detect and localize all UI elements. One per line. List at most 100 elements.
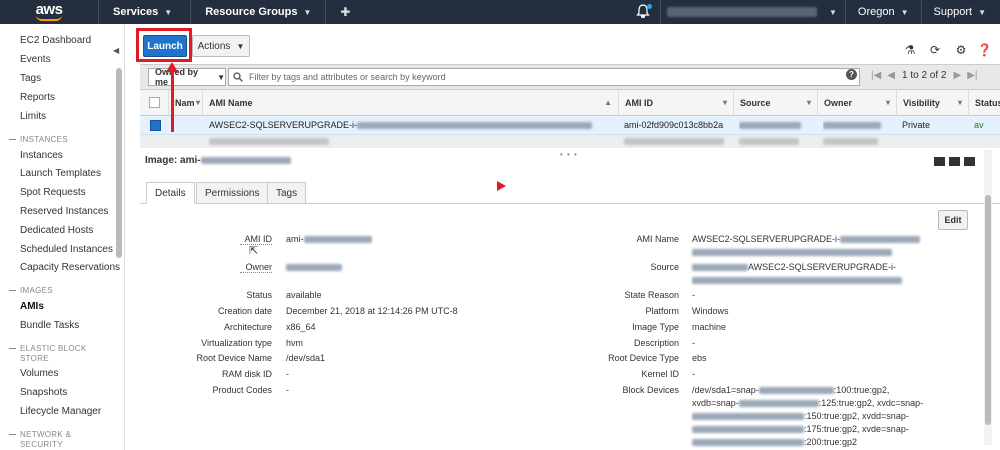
sidebar-item-snapshots[interactable]: Snapshots — [20, 387, 67, 398]
sidebar-item-reports[interactable]: Reports — [20, 92, 55, 103]
column-visibility[interactable]: Visibility ▾ — [896, 90, 968, 116]
sidebar-item-limits[interactable]: Limits — [20, 111, 46, 122]
sidebar-item-amis[interactable]: AMIs — [20, 301, 44, 312]
account-menu[interactable]: ▼ — [661, 7, 845, 17]
sidebar-section-images[interactable]: IMAGES — [9, 286, 53, 295]
pin-icon[interactable]: ✚ — [340, 5, 350, 19]
cell-status: av — [974, 120, 984, 130]
account-name-redacted — [667, 7, 817, 17]
detail-tabs: Details Permissions Tags — [140, 180, 1000, 204]
gear-icon[interactable]: ⚙ — [954, 43, 968, 57]
source-text: AWSEC2-SQLSERVERUPGRADE-i- — [748, 262, 897, 272]
sidebar-item-launch-templates[interactable]: Launch Templates — [20, 168, 101, 179]
detail-value-block-devices: :200:true:gp2 — [692, 437, 857, 447]
region-label: Oregon — [857, 6, 895, 18]
redacted-text — [692, 249, 892, 257]
support-label: Support — [933, 6, 973, 18]
mouse-cursor-icon: ⇱ — [249, 245, 259, 257]
detail-value-image-type: machine — [692, 322, 727, 332]
sidebar-item-scheduled-instances[interactable]: Scheduled Instances — [20, 244, 113, 255]
sidebar-section-network[interactable]: NETWORK & SECURITY — [9, 430, 71, 450]
tab-tags[interactable]: Tags — [267, 182, 307, 204]
detail-value-state-reason: - — [692, 290, 695, 300]
sidebar-item-events[interactable]: Events — [20, 54, 51, 65]
column-status[interactable]: Status — [968, 90, 1000, 116]
detail-label: Owner — [240, 262, 272, 273]
detail-value-block-devices: :175:true:gp2, xvde=snap- — [692, 424, 909, 434]
services-menu[interactable]: Services ▼ — [113, 6, 172, 18]
flask-icon[interactable]: ⚗ — [903, 43, 917, 57]
region-menu[interactable]: Oregon ▼ — [858, 6, 909, 18]
block-device-text: :125:true:gp2, xvdc=snap- — [818, 398, 924, 408]
column-label: Source — [740, 98, 771, 108]
column-ami-id[interactable]: AMI ID ▾ — [618, 90, 733, 116]
collapse-icon — [9, 348, 16, 349]
filter-bar: Owned by me ▼ Filter by tags and attribu… — [140, 64, 1000, 90]
sidebar-item-reserved-instances[interactable]: Reserved Instances — [20, 206, 108, 217]
section-label: NETWORK & SECURITY — [20, 430, 71, 450]
sidebar-item-capacity-reservations[interactable]: Capacity Reservations — [20, 262, 120, 273]
first-page-icon[interactable]: |◀ — [871, 70, 881, 81]
section-label: IMAGES — [20, 286, 53, 295]
detail-value-kernel-id: - — [692, 369, 695, 379]
sidebar-section-ebs[interactable]: ELASTIC BLOCK STORE — [9, 344, 87, 364]
redacted-text — [692, 277, 902, 285]
sort-icon: ▾ — [195, 98, 200, 107]
detail-scrollbar-thumb[interactable] — [985, 195, 991, 425]
table-row[interactable] — [140, 135, 1000, 148]
table-row[interactable]: AWSEC2-SQLSERVERUPGRADE-i- ami-02fd909c0… — [140, 116, 1000, 135]
column-owner[interactable]: Owner ▾ — [817, 90, 896, 116]
chevron-down-icon: ▼ — [164, 7, 173, 17]
bell-icon[interactable] — [636, 4, 652, 20]
detail-title-text: Image: ami- — [145, 155, 201, 166]
detail-value-block-devices: :150:true:gp2, xvdd=snap- — [692, 411, 909, 421]
support-menu[interactable]: Support ▼ — [934, 6, 986, 18]
actions-button[interactable]: Actions ▼ — [192, 35, 250, 57]
sidebar-scrollbar[interactable] — [116, 68, 122, 258]
collapse-sidebar-icon[interactable]: ◀ — [113, 46, 119, 55]
detail-value-ami-name: AWSEC2-SQLSERVERUPGRADE-i- — [692, 234, 921, 244]
sidebar-item-instances[interactable]: Instances — [20, 150, 63, 161]
owned-by-dropdown[interactable]: Owned by me ▼ — [148, 67, 226, 87]
collapse-icon — [9, 434, 16, 435]
layout-split-icon[interactable] — [949, 157, 960, 166]
help-icon[interactable]: ❓ — [977, 43, 992, 57]
sidebar-item-lifecycle-manager[interactable]: Lifecycle Manager — [20, 406, 101, 417]
detail-label: Architecture — [223, 322, 272, 332]
column-ami-name[interactable]: AMI Name ▲ — [202, 90, 618, 116]
sidebar-item-ec2-dashboard[interactable]: EC2 Dashboard — [20, 35, 91, 46]
redacted-text — [739, 122, 801, 130]
sidebar-item-bundle-tasks[interactable]: Bundle Tasks — [20, 320, 79, 331]
column-source[interactable]: Source ▾ — [733, 90, 817, 116]
resource-groups-menu[interactable]: Resource Groups ▼ — [205, 6, 311, 18]
detail-value-architecture: x86_64 — [286, 322, 316, 332]
chevron-down-icon: ▼ — [829, 7, 837, 17]
sidebar-item-tags[interactable]: Tags — [20, 73, 41, 84]
tab-details[interactable]: Details — [146, 182, 195, 204]
layout-bottom-icon[interactable] — [934, 157, 945, 166]
detail-label: RAM disk ID — [221, 369, 272, 379]
sidebar-item-volumes[interactable]: Volumes — [20, 368, 58, 379]
detail-value-description: - — [692, 338, 695, 348]
refresh-icon[interactable]: ⟳ — [928, 43, 942, 57]
last-page-icon[interactable]: ▶| — [967, 70, 977, 81]
column-label: AMI ID — [625, 98, 653, 108]
resize-handle[interactable]: • • • — [560, 150, 578, 159]
sidebar-item-dedicated-hosts[interactable]: Dedicated Hosts — [20, 225, 93, 236]
layout-full-icon[interactable] — [964, 157, 975, 166]
divider — [98, 0, 99, 24]
next-page-icon[interactable]: ▶ — [953, 70, 961, 81]
select-all-checkbox[interactable] — [149, 97, 160, 108]
sidebar-section-instances[interactable]: INSTANCES — [9, 135, 68, 144]
row-checkbox[interactable] — [150, 120, 161, 131]
filter-help-icon[interactable]: ? — [846, 69, 857, 80]
detail-value-root-device-type: ebs — [692, 353, 707, 363]
aws-logo[interactable]: aws — [18, 0, 80, 24]
collapse-icon — [9, 290, 16, 291]
search-input[interactable]: Filter by tags and attributes or search … — [228, 68, 860, 86]
tab-permissions[interactable]: Permissions — [196, 182, 269, 204]
prev-page-icon[interactable]: ◀ — [887, 70, 895, 81]
pagination: |◀ ◀ 1 to 2 of 2 ▶ ▶| — [868, 70, 980, 81]
edit-button[interactable]: Edit — [938, 210, 968, 230]
sidebar-item-spot-requests[interactable]: Spot Requests — [20, 187, 86, 198]
